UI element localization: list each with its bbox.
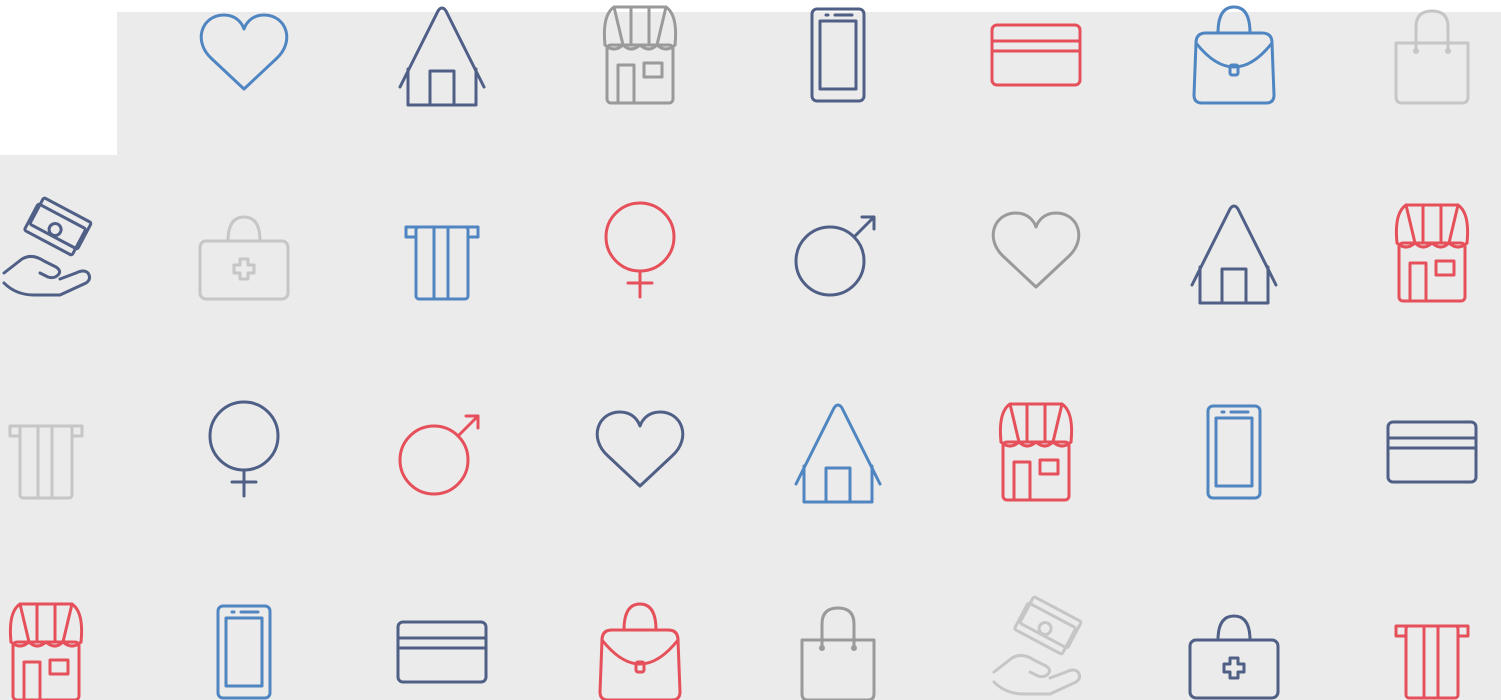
background-shape [0,12,1501,700]
icon-grid [0,5,1501,700]
icon-grid-panel [0,0,1501,700]
icon-pattern-canvas [0,0,1501,700]
